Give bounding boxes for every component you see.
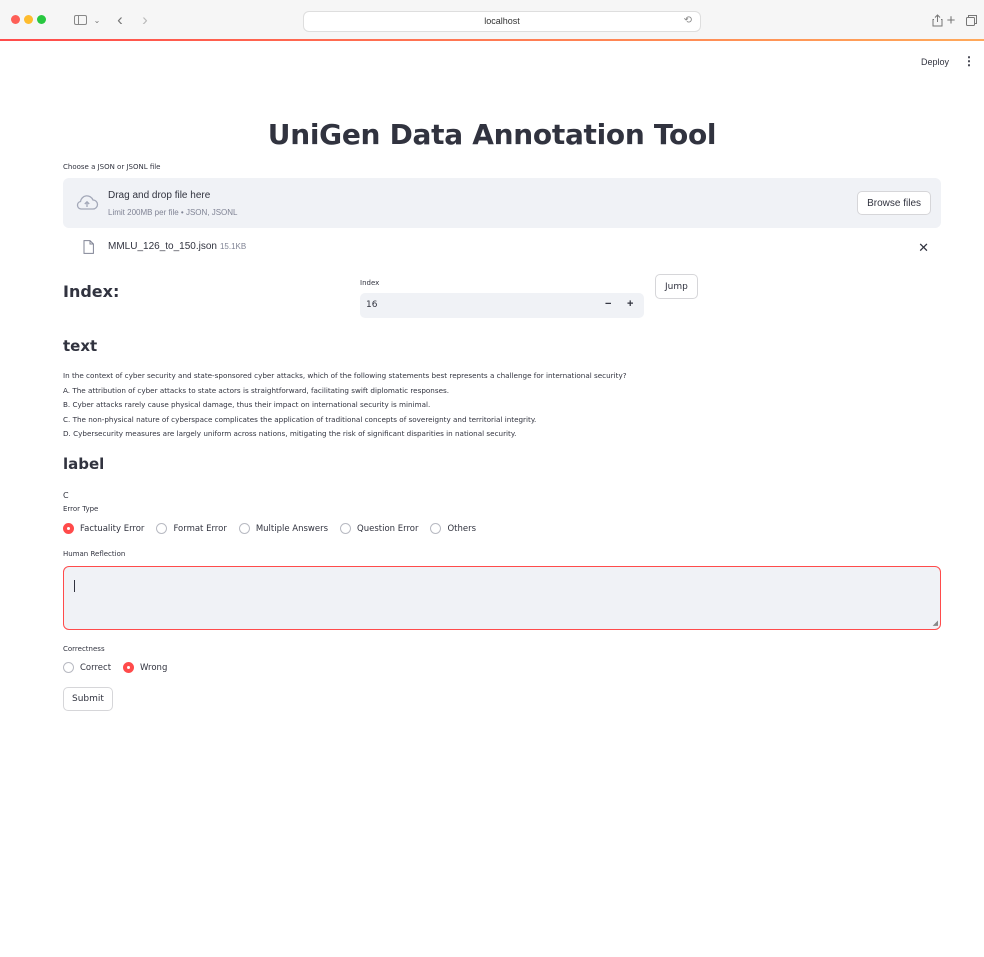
correctness-radio-group: Correct Wrong [63, 662, 179, 673]
error-type-label: Error Type [63, 505, 99, 513]
option-a-line: A. The attribution of cyber attacks to s… [63, 385, 450, 395]
radio-question-error[interactable]: Question Error [340, 523, 418, 534]
file-name-text: MMLU_126_to_150.json [108, 241, 217, 252]
radio-selected-icon [63, 523, 74, 534]
radio-empty-icon [430, 523, 442, 534]
close-window-button[interactable] [11, 15, 20, 24]
cloud-upload-icon [76, 195, 99, 210]
page-title: UniGen Data Annotation Tool [267, 118, 717, 151]
text-cursor [74, 580, 75, 592]
dropzone-limit: Limit 200MB per file • JSON, JSONL [108, 208, 238, 217]
sidebar-icon[interactable] [68, 10, 92, 30]
file-dropzone[interactable]: Drag and drop file here Limit 200MB per … [63, 178, 941, 228]
chevron-down-icon[interactable]: ⌄ [92, 10, 102, 30]
text-heading: text [63, 337, 98, 355]
browse-files-button[interactable]: Browse files [857, 191, 931, 215]
radio-empty-icon [340, 523, 352, 534]
radio-label: Factuality Error [80, 523, 145, 534]
index-heading: Index: [63, 282, 120, 301]
remove-file-icon[interactable]: ✕ [918, 240, 929, 256]
radio-label: Question Error [357, 523, 419, 534]
submit-button[interactable]: Submit [63, 687, 113, 711]
radio-label: Wrong [140, 662, 168, 673]
tabs-icon[interactable] [964, 10, 978, 30]
radio-selected-icon [123, 662, 135, 673]
resize-handle-icon[interactable]: ◢ [933, 619, 938, 627]
radio-empty-icon [238, 523, 250, 534]
radio-format-error[interactable]: Format Error [156, 523, 227, 534]
label-heading: label [63, 455, 105, 473]
radio-label: Correct [80, 662, 112, 673]
label-value: C [63, 491, 69, 500]
increment-button[interactable]: + [627, 298, 633, 310]
index-value[interactable]: 16 [366, 300, 377, 310]
index-input-label: Index [360, 279, 380, 287]
file-size: 15.1KB [219, 242, 247, 251]
maximize-window-button[interactable] [37, 15, 46, 24]
uploaded-file: MMLU_126_to_150.json 15.1KB ✕ [63, 238, 941, 258]
radio-correct[interactable]: Correct [63, 662, 111, 673]
decrement-button[interactable]: − [605, 298, 611, 310]
radio-empty-icon [156, 523, 168, 534]
file-name: MMLU_126_to_150.json 15.1KB [108, 241, 246, 252]
forward-button[interactable]: › [138, 10, 152, 30]
share-icon[interactable] [930, 10, 944, 30]
option-d-line: D. Cybersecurity measures are largely un… [63, 429, 517, 438]
dropzone-title: Drag and drop file here [108, 190, 211, 201]
index-number-input[interactable]: 16 − + [360, 293, 644, 318]
option-b-line: B. Cyber attacks rarely cause physical d… [63, 400, 431, 409]
deploy-button[interactable]: Deploy [921, 57, 949, 67]
error-type-radio-group: Factuality Error Format Error Multiple A… [63, 523, 488, 534]
main-menu-icon[interactable]: ⋮ [963, 54, 975, 68]
radio-label: Others [447, 523, 477, 534]
app-header-decoration [0, 39, 984, 41]
radio-others[interactable]: Others [430, 523, 476, 534]
question-text: In the context of cyber security and sta… [63, 369, 627, 442]
correctness-label: Correctness [63, 645, 105, 653]
address-bar[interactable]: localhost ⟲ [303, 11, 701, 32]
minimize-window-button[interactable] [24, 15, 33, 24]
browser-toolbar: ⌄ ‹ › localhost ⟲ + [0, 0, 984, 40]
radio-wrong[interactable]: Wrong [123, 662, 167, 673]
radio-label: Format Error [173, 523, 227, 534]
human-reflection-label: Human Reflection [63, 550, 126, 558]
radio-multiple-answers[interactable]: Multiple Answers [238, 523, 329, 534]
back-button[interactable]: ‹ [113, 10, 127, 30]
plus-icon[interactable]: + [944, 10, 958, 30]
url-text: localhost [484, 16, 520, 26]
question-line: In the context of cyber security and sta… [63, 371, 627, 380]
radio-factuality-error[interactable]: Factuality Error [63, 523, 144, 534]
human-reflection-textarea[interactable]: ◢ [63, 566, 941, 630]
uploader-label: Choose a JSON or JSONL file [63, 163, 161, 171]
file-icon [83, 240, 94, 254]
jump-button[interactable]: Jump [655, 274, 698, 299]
reload-icon[interactable]: ⟲ [684, 15, 692, 26]
radio-label: Multiple Answers [255, 523, 329, 534]
option-c-line: C. The non-physical nature of cyberspace… [63, 414, 537, 424]
radio-empty-icon [63, 662, 74, 673]
